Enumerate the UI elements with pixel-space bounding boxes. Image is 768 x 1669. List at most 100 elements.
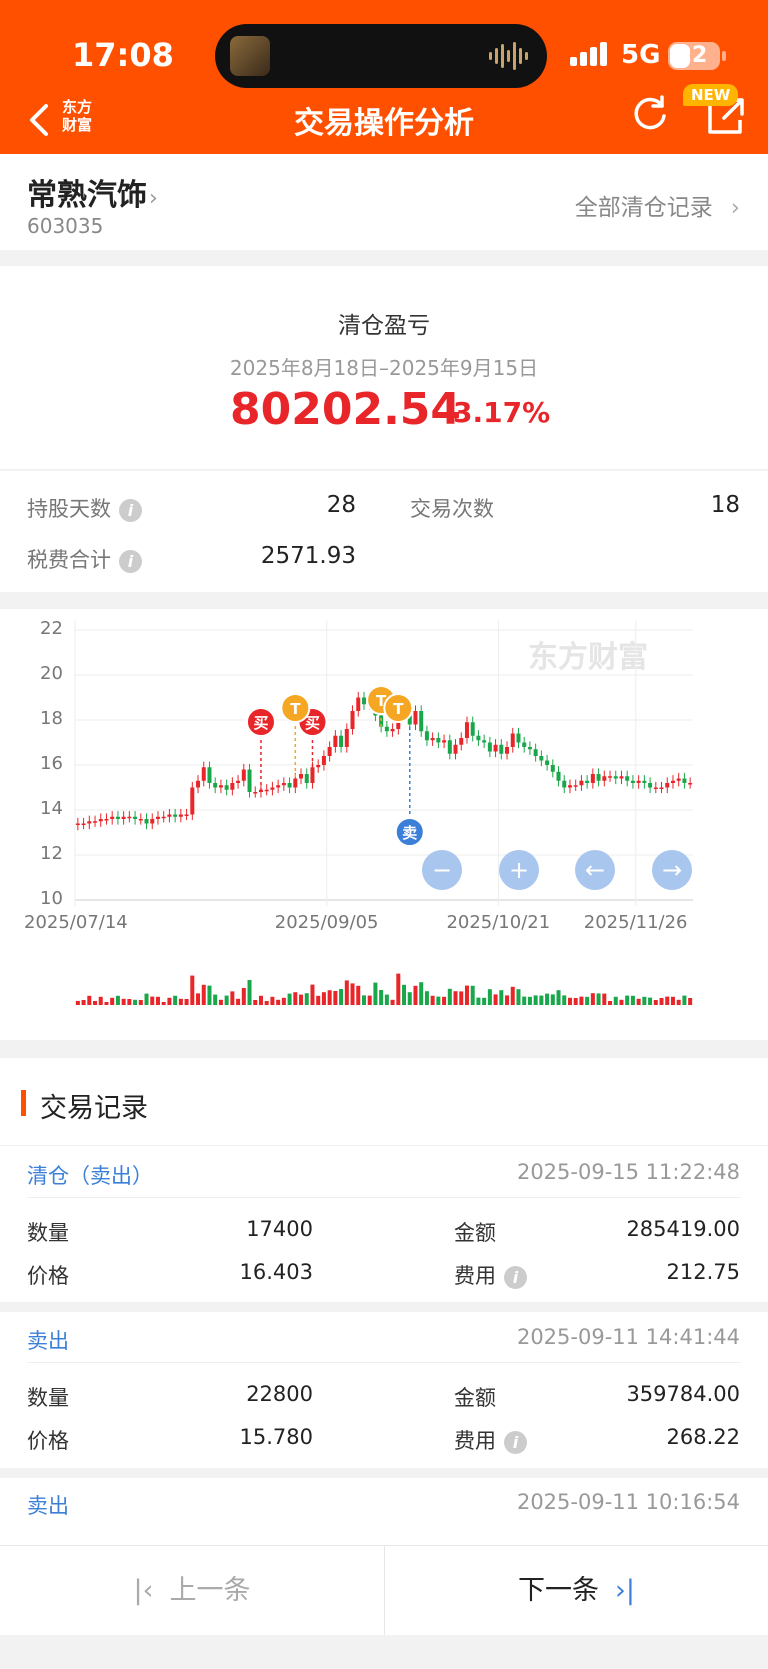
volume-bar	[321, 992, 326, 1005]
candle	[499, 744, 504, 754]
trade-count-value: 18	[710, 492, 740, 518]
volume-bar	[379, 990, 384, 1005]
trade-marker-label: 卖	[402, 824, 417, 842]
volume-bar	[648, 997, 653, 1005]
candle	[476, 735, 481, 741]
candle	[608, 776, 613, 778]
info-icon[interactable]: i	[504, 1430, 527, 1454]
candle	[436, 738, 441, 743]
candle	[447, 740, 452, 754]
record-time: 2025-09-11 14:41:44	[516, 1325, 740, 1349]
candle	[133, 816, 138, 819]
trade-marker-label: T	[290, 700, 301, 718]
volume-bar	[402, 984, 407, 1005]
previous-button[interactable]: |‹ 上一条	[0, 1546, 384, 1636]
candle	[241, 769, 246, 781]
amount-value: 359784.00	[626, 1382, 740, 1406]
volume-bar	[281, 997, 286, 1005]
volume-bar	[619, 999, 624, 1005]
volume-bar	[390, 999, 395, 1005]
price-label: 价格	[27, 1264, 69, 1288]
candle	[264, 789, 269, 792]
candle	[224, 785, 229, 790]
volume-bar	[133, 999, 138, 1005]
hold-days-value: 28	[326, 492, 356, 518]
divider	[0, 1145, 768, 1146]
amount-value: 285419.00	[626, 1217, 740, 1241]
candle	[327, 747, 332, 756]
candle	[556, 771, 561, 781]
volume-bar	[350, 983, 355, 1005]
candle	[178, 814, 183, 817]
volume-bar	[258, 995, 263, 1005]
candle	[527, 747, 532, 750]
next-button[interactable]: 下一条 ›|	[384, 1546, 768, 1636]
volume-bar	[373, 982, 378, 1005]
all-clearance-records-link[interactable]: 全部清仓记录 ›	[575, 188, 740, 222]
candle	[253, 792, 258, 794]
volume-bar	[510, 986, 515, 1005]
info-icon[interactable]: i	[504, 1265, 527, 1289]
trade-marker-label: T	[393, 700, 404, 718]
candle	[453, 744, 458, 754]
candle	[590, 774, 595, 783]
volume-bar	[138, 1000, 143, 1005]
stock-name[interactable]: 常熟汽饰›	[27, 170, 158, 214]
candle	[299, 774, 304, 779]
volume-bar	[659, 998, 664, 1005]
stock-header[interactable]: 常熟汽饰› 603035 全部清仓记录 ›	[0, 154, 768, 250]
volume-bar	[596, 993, 601, 1005]
volume-bar	[653, 1000, 658, 1005]
candle	[321, 756, 326, 765]
first-arrow-icon: |‹	[133, 1575, 154, 1606]
candle	[304, 774, 309, 783]
pan-right-button[interactable]: →	[652, 850, 692, 890]
divider	[27, 1197, 741, 1198]
volume-bar	[178, 998, 183, 1005]
candle	[339, 735, 344, 747]
volume-bar	[270, 996, 275, 1005]
volume-bar	[539, 995, 544, 1005]
candle	[276, 785, 281, 788]
candle	[539, 756, 544, 761]
volume-bar	[636, 998, 641, 1005]
amount-label: 金额	[454, 1221, 496, 1245]
volume-bar	[579, 996, 584, 1005]
candle	[682, 778, 687, 783]
volume-bar	[304, 993, 309, 1005]
volume-bar	[144, 993, 149, 1005]
info-icon[interactable]: i	[119, 498, 142, 522]
zoom-in-button[interactable]: +	[499, 850, 539, 890]
chevron-right-icon: ›	[149, 186, 158, 211]
volume-bar	[407, 992, 412, 1005]
volume-bar	[436, 996, 441, 1005]
volume-bar	[447, 988, 452, 1005]
record-separator	[0, 1302, 768, 1312]
candle	[344, 729, 349, 747]
candle	[98, 819, 103, 822]
status-bar: 17:08 5G 22	[0, 0, 768, 100]
pan-left-button[interactable]: ←	[575, 850, 615, 890]
info-icon[interactable]: i	[119, 549, 142, 573]
amount-label: 金额	[454, 1386, 496, 1410]
pnl-title: 清仓盈亏	[338, 313, 430, 339]
candle	[493, 744, 498, 752]
records-title: 交易记录	[40, 1093, 148, 1124]
volume-bar	[573, 998, 578, 1005]
volume-bar	[682, 995, 687, 1005]
candle	[545, 760, 550, 765]
refresh-icon[interactable]	[628, 92, 672, 136]
candle	[487, 742, 492, 752]
volume-bar	[499, 990, 504, 1005]
volume-bar	[230, 991, 235, 1005]
volume-bar	[522, 996, 527, 1005]
network-type: 5G	[621, 40, 661, 70]
volume-bar	[253, 1000, 258, 1005]
kline-chart[interactable]: 买买T T T卖	[0, 612, 768, 1032]
qty-label: 数量	[27, 1221, 69, 1245]
volume-bar	[608, 1001, 613, 1005]
volume-bar	[87, 995, 92, 1005]
zoom-out-button[interactable]: −	[422, 850, 462, 890]
candle	[213, 783, 218, 788]
volume-bar	[115, 995, 120, 1005]
